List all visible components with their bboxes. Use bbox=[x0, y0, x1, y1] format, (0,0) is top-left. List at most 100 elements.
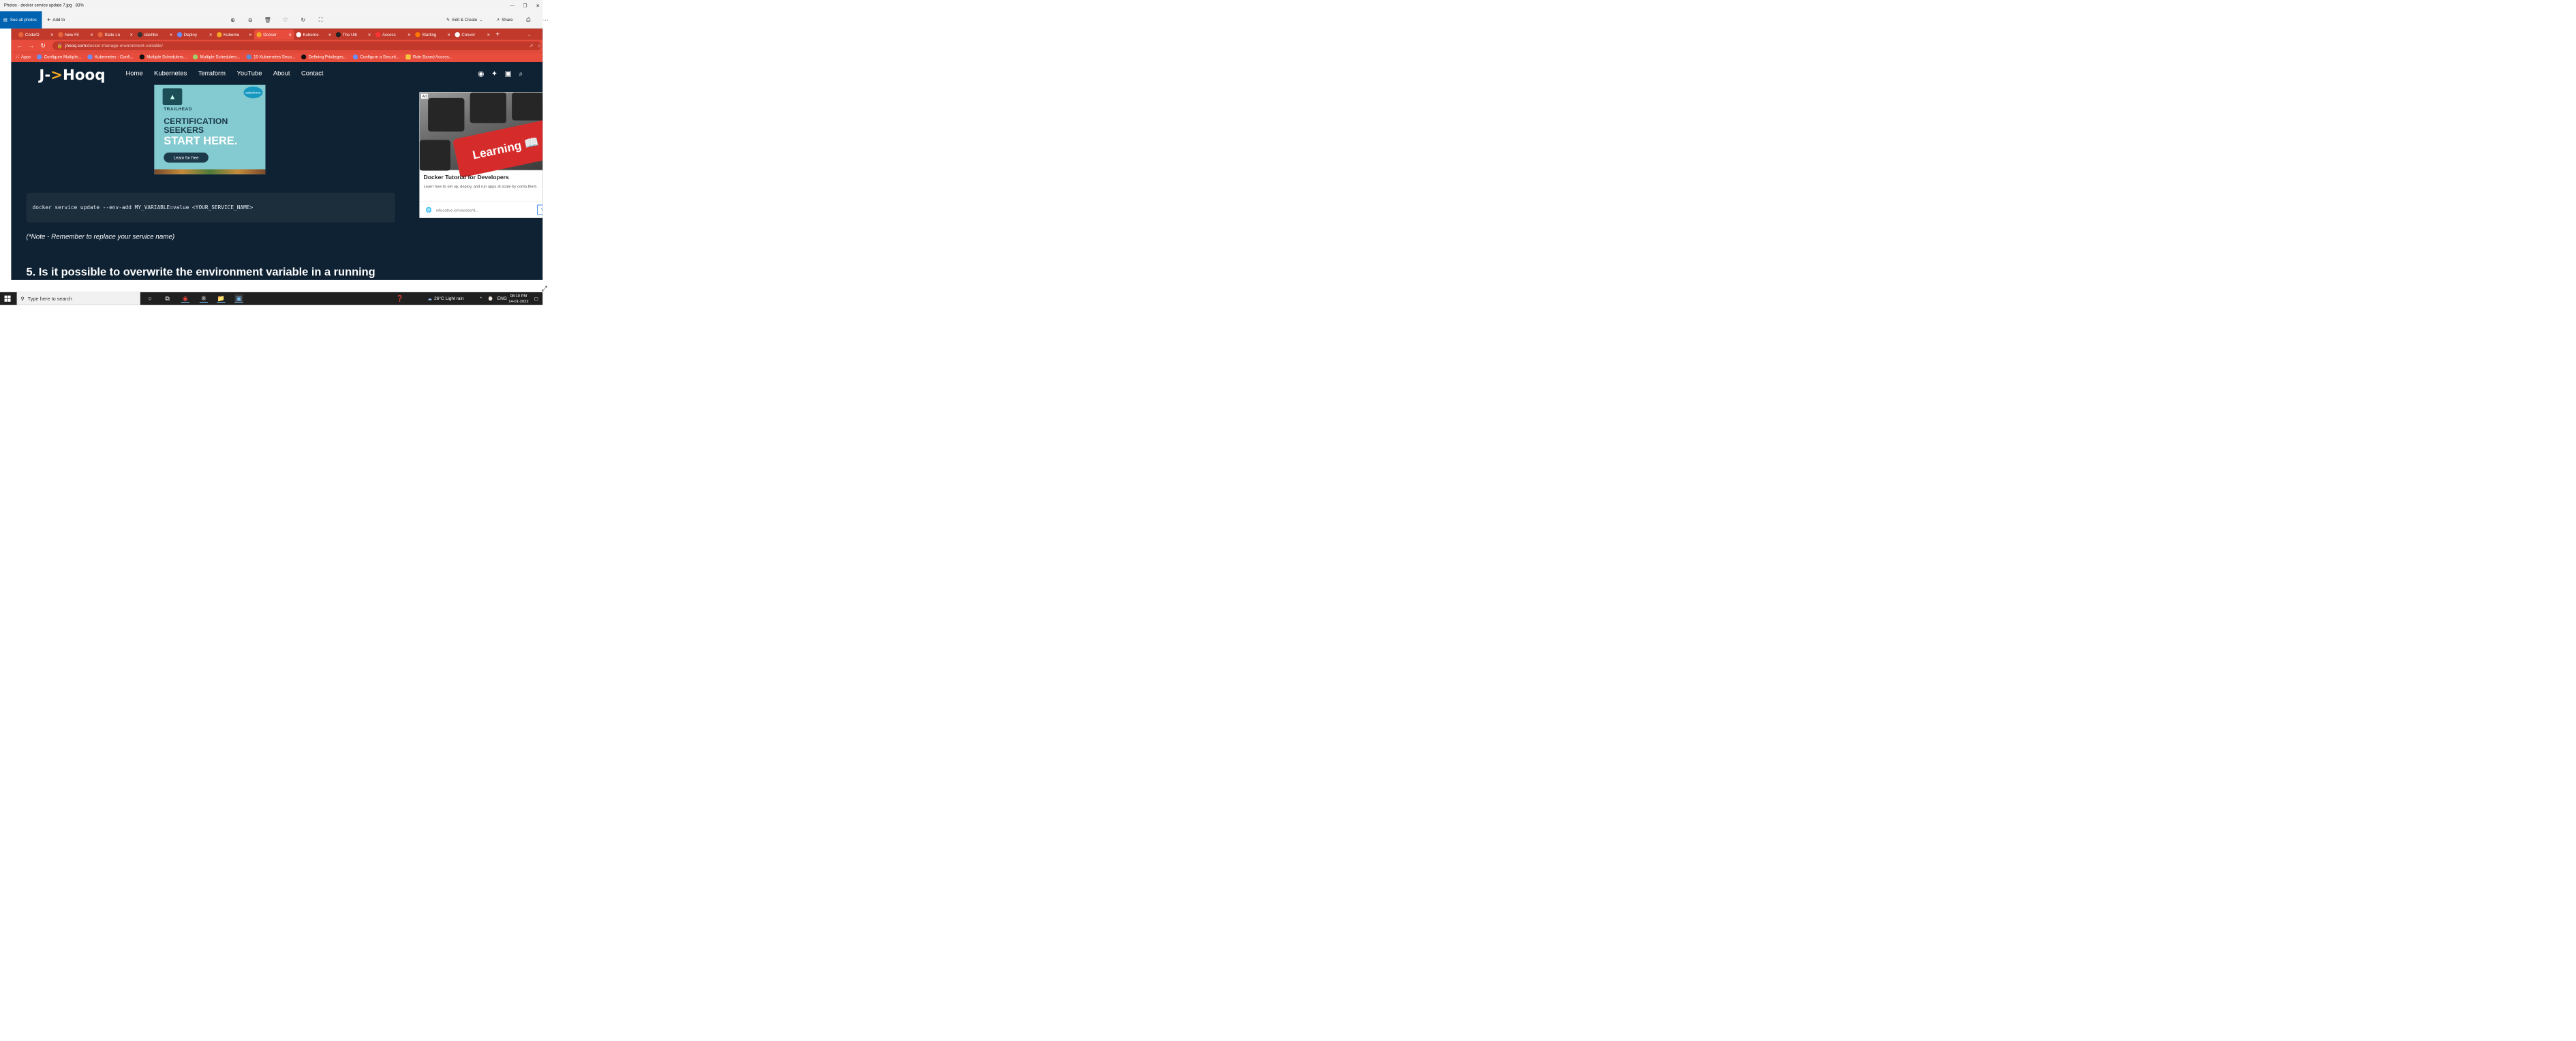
ad-url[interactable]: educative.io/courses/d... bbox=[436, 208, 478, 213]
close-tab-icon[interactable]: ✕ bbox=[90, 32, 93, 37]
rotate-icon[interactable]: ↻ bbox=[300, 16, 307, 24]
bookmark-item[interactable]: Multiple Schedulers... bbox=[139, 54, 187, 60]
close-tab-icon[interactable]: ✕ bbox=[170, 32, 173, 37]
share-page-icon[interactable]: ↗ bbox=[530, 43, 533, 48]
new-tab-button[interactable]: + bbox=[493, 29, 504, 40]
weather-widget[interactable]: ☁ 26°C Light rain bbox=[427, 292, 463, 305]
sidebar-ad[interactable]: Ad Learning 📖 Docker Tutorial for Develo… bbox=[419, 92, 543, 218]
bookmark-item[interactable]: Multiple Schedulers... bbox=[192, 54, 240, 60]
close-tab-icon[interactable]: ✕ bbox=[50, 32, 54, 37]
globe-icon: 🌐 bbox=[425, 206, 433, 213]
ad-title[interactable]: Docker Tutorial for Developers bbox=[424, 174, 509, 181]
bookmark-item[interactable]: Role Based Access... bbox=[405, 54, 453, 60]
bookmark-item[interactable]: Defining Privileges... bbox=[301, 54, 347, 60]
site-logo[interactable]: J->Hooq bbox=[39, 67, 105, 84]
crop-icon[interactable]: ⛶ bbox=[317, 16, 324, 24]
nav-terraform[interactable]: Terraform bbox=[198, 69, 226, 77]
close-tab-icon[interactable]: ✕ bbox=[288, 32, 292, 37]
close-tab-icon[interactable]: ✕ bbox=[328, 32, 331, 37]
note-text: (*Note - Remember to replace your servic… bbox=[26, 232, 175, 241]
close-window-button[interactable]: ✕ bbox=[532, 0, 545, 11]
bookmark-star-icon[interactable]: ☆ bbox=[538, 43, 542, 48]
zoom-in-icon[interactable]: ⊕ bbox=[229, 16, 236, 24]
trailhead-banner-ad[interactable]: ▲ salesforce TRAILHEAD CERTIFICATION SEE… bbox=[154, 84, 266, 174]
keyboard-key bbox=[428, 97, 465, 132]
close-tab-icon[interactable]: ✕ bbox=[487, 32, 490, 37]
back-icon[interactable]: ← bbox=[16, 42, 23, 50]
maximize-button[interactable]: ❐ bbox=[519, 0, 532, 11]
nav-about[interactable]: About bbox=[273, 69, 290, 77]
zoom-level: 83% bbox=[75, 3, 85, 8]
tab-search-chevron-icon[interactable]: ⌄ bbox=[525, 29, 536, 40]
network-icon[interactable]: ⌚ bbox=[488, 292, 493, 305]
see-all-photos-button[interactable]: ▤ See all photos bbox=[0, 11, 42, 29]
tab-favicon bbox=[177, 32, 183, 37]
file-explorer-icon[interactable]: 📁 bbox=[217, 294, 226, 303]
github-icon[interactable]: ◉ bbox=[478, 69, 484, 78]
rss-icon[interactable]: ⌕ bbox=[519, 69, 523, 78]
bookmark-item[interactable]: Configure a Securit... bbox=[352, 54, 399, 60]
close-tab-icon[interactable]: ✕ bbox=[249, 32, 252, 37]
browser-tab[interactable]: State Lo ✕ bbox=[95, 29, 135, 40]
browser-screenshot: Code/D ✕ New Fil ✕ State Lo ✕ dashbo ✕ Deplo… bbox=[11, 28, 543, 280]
close-tab-icon[interactable]: ✕ bbox=[209, 32, 213, 37]
nav-home[interactable]: Home bbox=[126, 69, 143, 77]
add-to-button[interactable]: + Add to bbox=[47, 11, 65, 28]
browser-tab-active[interactable]: Docker ✕ bbox=[254, 29, 294, 40]
delete-icon[interactable]: 🗑 bbox=[264, 16, 271, 24]
linkedin-icon[interactable]: ▣ bbox=[505, 69, 512, 78]
browser-tab[interactable]: New Fil ✕ bbox=[56, 29, 95, 40]
code-block: docker service update --env-add MY_VARIA… bbox=[26, 192, 395, 223]
bookmark-item[interactable]: Kubernetes - Confi... bbox=[87, 54, 133, 60]
chrome-icon[interactable]: ◉ bbox=[181, 294, 189, 303]
nav-youtube[interactable]: YouTube bbox=[236, 69, 262, 77]
url-input[interactable]: 🔒 jhooq.com/docker-manage-environment-va… bbox=[52, 41, 542, 50]
browser-tab[interactable]: Starting ✕ bbox=[413, 29, 453, 40]
task-view-icon[interactable]: ⧉ bbox=[163, 294, 171, 302]
app-icon[interactable]: ❋ bbox=[199, 294, 209, 303]
language-indicator[interactable]: ENG bbox=[497, 292, 507, 305]
browser-tab[interactable]: Deploy ✕ bbox=[175, 29, 215, 40]
browser-tab[interactable]: Conver ✕ bbox=[453, 29, 492, 40]
close-tab-icon[interactable]: ✕ bbox=[368, 32, 371, 37]
cortana-icon[interactable]: ○ bbox=[146, 294, 154, 302]
tab-favicon bbox=[455, 32, 460, 37]
close-tab-icon[interactable]: ✕ bbox=[129, 32, 133, 37]
bookmark-item[interactable]: 10 Kubernetes Secu... bbox=[246, 54, 295, 60]
tray-chevron-up-icon[interactable]: ⌃ bbox=[479, 292, 482, 305]
share-button[interactable]: ↗ Share bbox=[496, 11, 513, 28]
browser-tab[interactable]: Code/D ✕ bbox=[16, 29, 56, 40]
tab-favicon bbox=[217, 32, 222, 37]
help-icon[interactable]: ❓ bbox=[396, 294, 404, 302]
more-options-icon[interactable]: ⋯ bbox=[542, 16, 549, 24]
zoom-out-icon[interactable]: ⊖ bbox=[247, 16, 254, 24]
banner-cta-button[interactable]: Learn for free bbox=[164, 152, 209, 163]
system-clock[interactable]: 08:19 PM 14-01-2022 bbox=[508, 294, 528, 305]
code-text: docker service update --env-add MY_VARIA… bbox=[32, 204, 254, 211]
nav-contact[interactable]: Contact bbox=[301, 69, 323, 77]
bookmark-item[interactable]: ∷ Apps bbox=[16, 55, 31, 59]
browser-tab[interactable]: Kuberne ✕ bbox=[294, 29, 333, 40]
notifications-icon[interactable]: ▢ bbox=[534, 292, 538, 305]
taskbar-search-input[interactable]: ⚲ Type here to search bbox=[16, 292, 140, 305]
windows-start-icon[interactable] bbox=[4, 295, 11, 302]
close-tab-icon[interactable]: ✕ bbox=[408, 32, 411, 37]
ad-visit-button[interactable]: V bbox=[537, 204, 543, 215]
reload-icon[interactable]: ↻ bbox=[39, 42, 46, 50]
photos-app-icon[interactable]: ▣ bbox=[234, 294, 243, 303]
minimize-button[interactable]: — bbox=[506, 0, 519, 11]
keyboard-key bbox=[419, 140, 450, 171]
twitter-icon[interactable]: ✦ bbox=[491, 69, 497, 78]
browser-tab[interactable]: Kuberne ✕ bbox=[215, 29, 254, 40]
close-tab-icon[interactable]: ✕ bbox=[447, 32, 450, 37]
browser-tab[interactable]: Access ✕ bbox=[373, 29, 413, 40]
favorite-icon[interactable]: ♡ bbox=[281, 16, 289, 24]
bookmark-item[interactable]: Configure Multiple... bbox=[37, 54, 81, 60]
edit-create-button[interactable]: ✎ Edit & Create ⌄ bbox=[446, 11, 482, 28]
plus-icon: + bbox=[46, 16, 51, 24]
browser-tab[interactable]: dashbo ✕ bbox=[135, 29, 174, 40]
browser-tab[interactable]: The Ulti ✕ bbox=[334, 29, 373, 40]
nav-kubernetes[interactable]: Kubernetes bbox=[154, 69, 187, 77]
forward-icon[interactable]: → bbox=[27, 42, 35, 50]
print-icon[interactable]: ⎙ bbox=[525, 16, 532, 24]
